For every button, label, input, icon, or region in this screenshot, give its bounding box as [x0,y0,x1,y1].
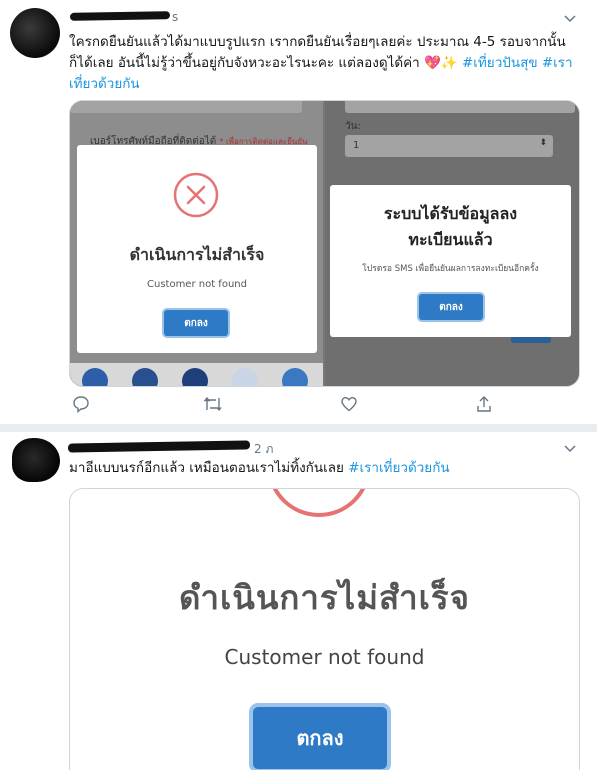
logo-icon [182,368,208,386]
like-icon[interactable] [340,395,358,417]
tweet-body: มาอีแบบนรก์อีกแล้ว เหมือนตอนเราไม่ทิ้งกั… [69,460,344,476]
logo-icon [232,368,258,386]
tweet-actions [69,395,499,417]
reply-icon[interactable] [72,395,90,417]
chevron-down-icon[interactable] [564,442,576,456]
modal-title: ดำเนินการไม่สำเร็จ [179,578,470,617]
modal-message: โปรดรอ SMS เพื่อยืนยันผลการลงทะเบียนอีกค… [362,264,539,274]
logo-icon [82,368,108,386]
hashtag-link[interactable]: #เที่ยวปันสุข [462,55,538,71]
background-select [345,101,575,113]
retweet-icon[interactable] [203,395,223,417]
background-label: วัน: [345,121,361,132]
redacted-username[interactable] [69,11,171,21]
modal-title: ระบบได้รับข้อมูลลง ทะเบียนแล้ว [383,204,518,249]
logo-icon [282,368,308,386]
chevron-down-icon[interactable] [564,12,576,26]
modal-message: Customer not found [224,645,425,669]
emoji: 💖✨ [424,55,458,71]
tweet-text: มาอีแบบนรก์อีกแล้ว เหมือนตอนเราไม่ทิ้งกั… [69,458,584,479]
select-arrows-icon: ⬍ [539,138,547,148]
tweet-2[interactable]: 2 ภ มาอีแบบนรก์อีกแล้ว เหมือนตอนเราไม่ทิ… [0,432,597,770]
day-select: 1 ⬍ [345,135,553,157]
media-image-right[interactable]: วัน: 1 ⬍ ระบบได้รับข้อมูลลง ทะเบียนแล้ว … [325,101,579,386]
background-select [70,101,302,113]
success-modal: ระบบได้รับข้อมูลลง ทะเบียนแล้ว โปรดรอ SM… [330,185,571,337]
tweet-media-image[interactable]: ดำเนินการไม่สำเร็จ Customer not found ตก… [69,488,580,770]
error-modal: ดำเนินการไม่สำเร็จ Customer not found ตก… [77,145,317,353]
logo-strip [70,363,323,386]
tweet-time: 2 ภ [254,442,274,456]
hashtag-link[interactable]: #เราเที่ยวด้วยกัน [348,460,449,476]
redacted-username[interactable] [67,440,251,453]
tweet-time: s [172,10,179,24]
media-image-left[interactable]: เบอร์โทรศัพท์มือถือที่ติดต่อได้ * เพื่อก… [70,101,323,386]
logo-icon [132,368,158,386]
error-circle-icon [272,489,366,517]
avatar[interactable] [12,438,60,482]
modal-title: ดำเนินการไม่สำเร็จ [129,245,265,264]
tweet-separator [0,424,597,432]
error-x-icon [173,172,219,218]
ok-button[interactable]: ตกลง [253,707,387,769]
avatar[interactable] [10,8,60,58]
tweet-media-grid[interactable]: เบอร์โทรศัพท์มือถือที่ติดต่อได้ * เพื่อก… [69,100,580,387]
tweet-text: ใครกดยืนยันแล้วได้มาแบบรูปแรก เรากดยืนยั… [69,32,584,95]
ok-button[interactable]: ตกลง [419,294,483,320]
tweet-1[interactable]: s ใครกดยืนยันแล้วได้มาแบบรูปแรก เรากดยืน… [0,0,597,424]
ok-button[interactable]: ตกลง [164,310,228,336]
modal-message: Customer not found [147,279,247,290]
share-icon[interactable] [475,395,493,417]
